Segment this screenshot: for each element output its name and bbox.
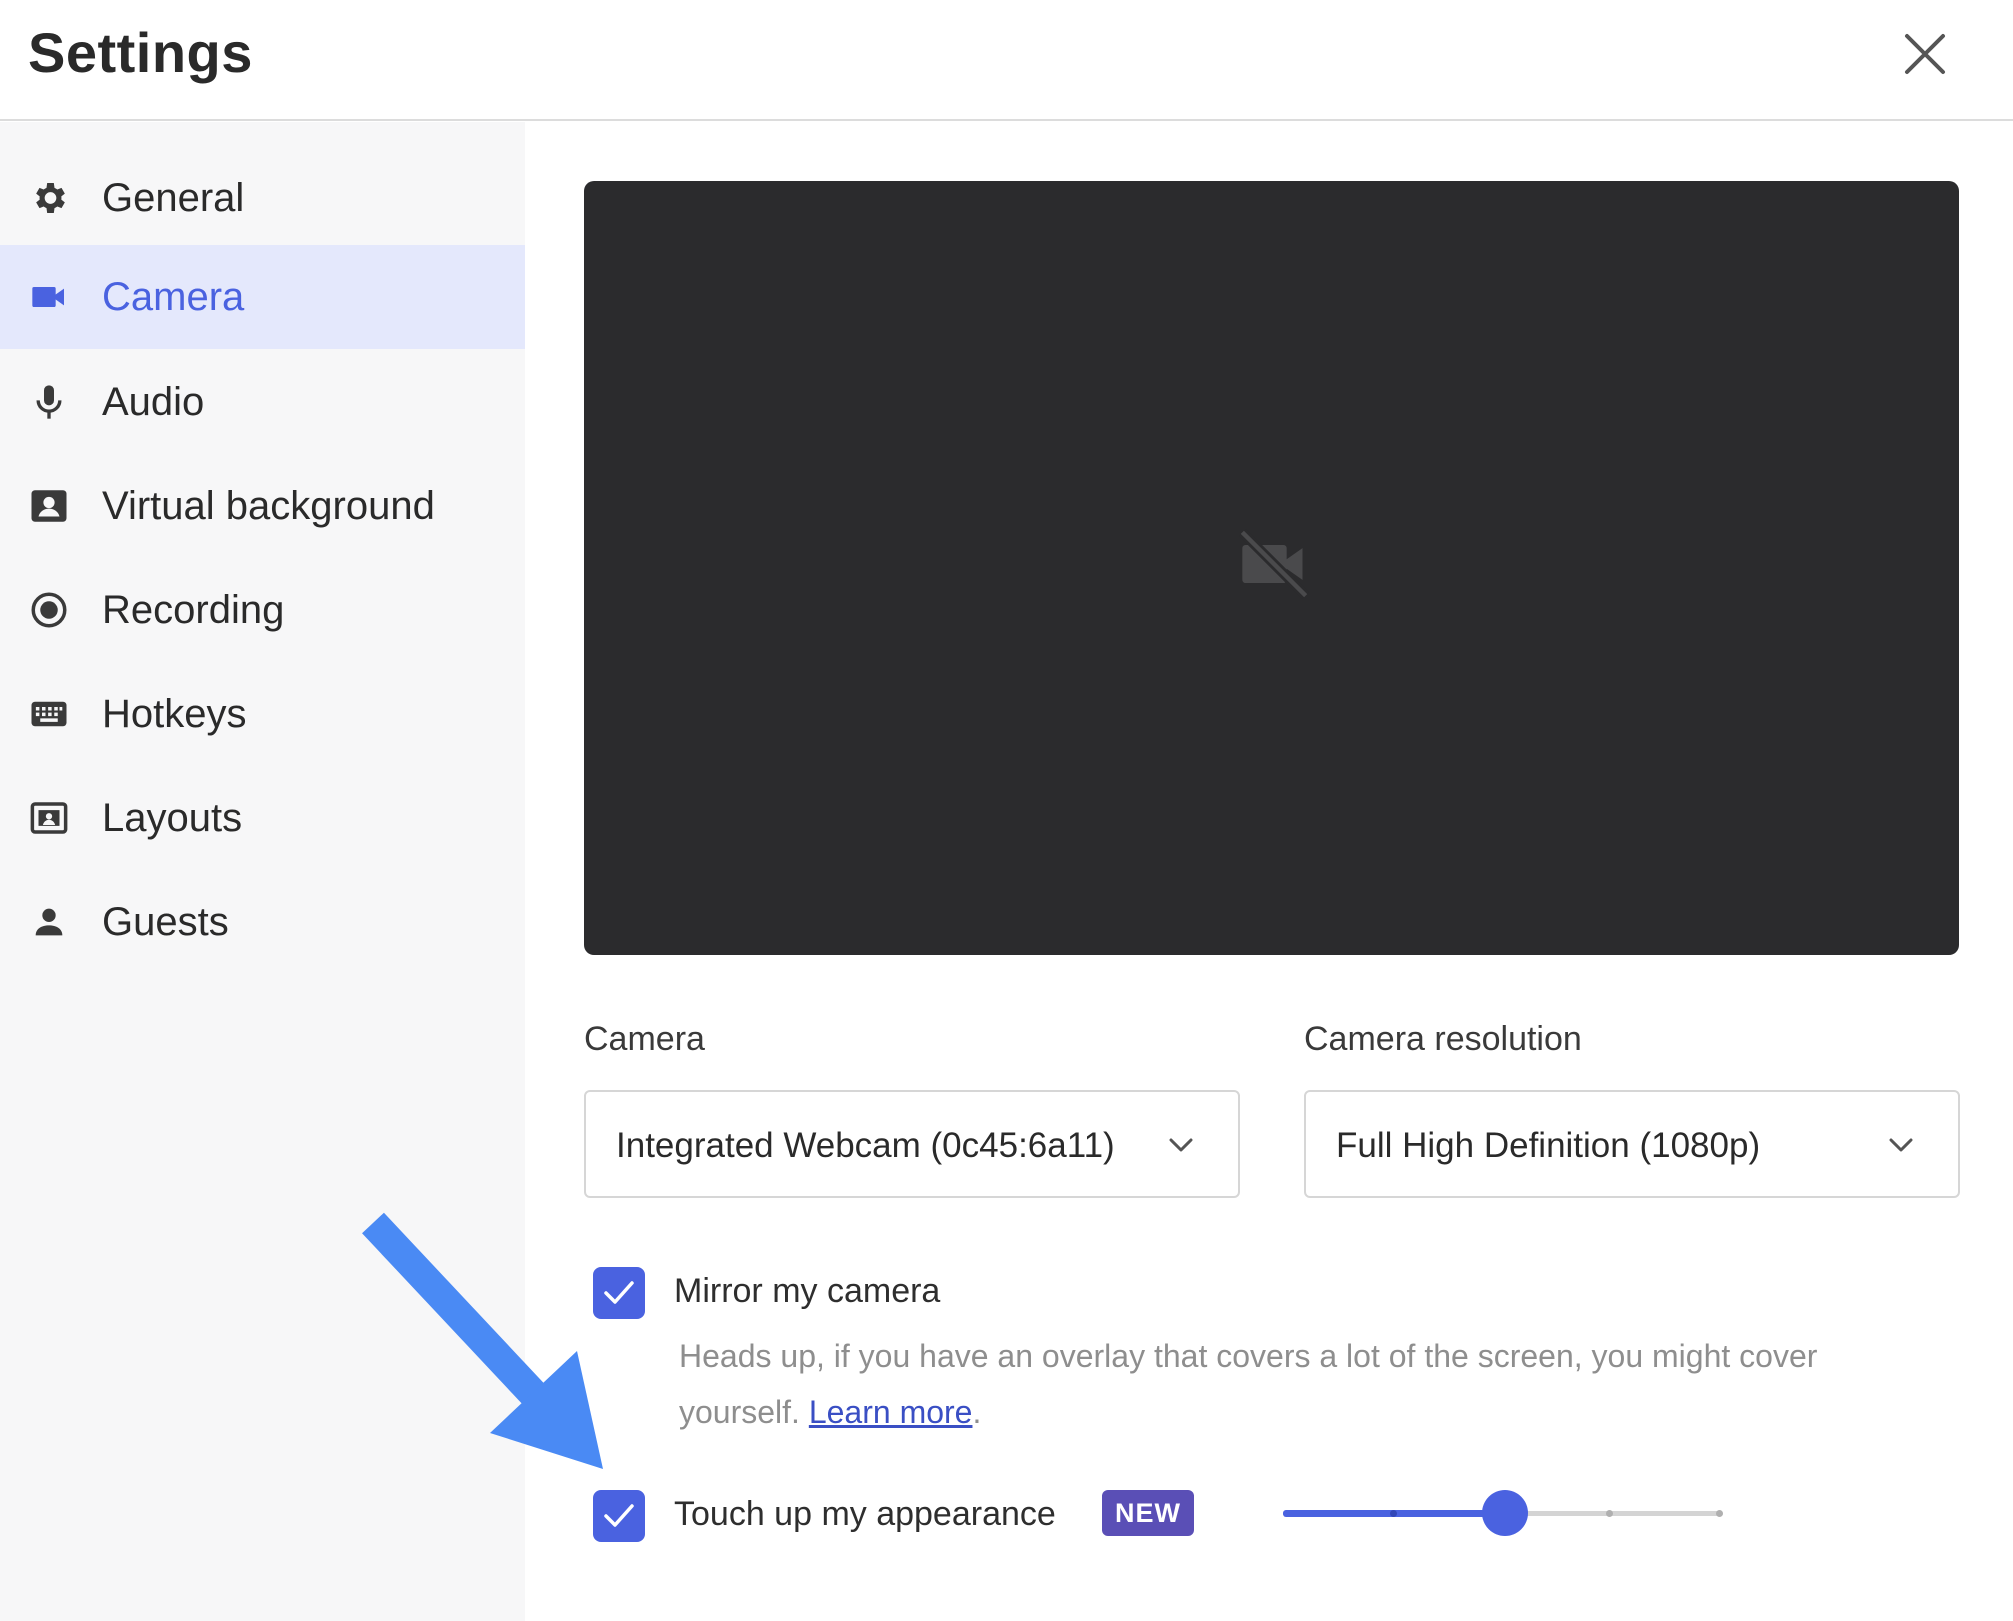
sidebar-item-label: Layouts [102, 795, 243, 840]
mirror-camera-label: Mirror my camera [674, 1272, 941, 1310]
resolution-select-label: Camera resolution [1304, 1020, 1582, 1058]
sidebar-item-hotkeys[interactable]: Hotkeys [0, 662, 525, 766]
sidebar-item-camera[interactable]: Camera [0, 245, 525, 349]
close-icon[interactable] [1897, 26, 1953, 82]
sidebar-item-audio[interactable]: Audio [0, 350, 525, 454]
camera-select-value: Integrated Webcam (0c45:6a11) [616, 1126, 1115, 1165]
record-icon [26, 587, 72, 633]
sidebar-item-layouts[interactable]: Layouts [0, 766, 525, 870]
slider-tick [1606, 1510, 1613, 1517]
touch-up-slider[interactable] [1283, 1478, 1729, 1548]
sidebar-item-general[interactable]: General [0, 146, 525, 250]
sidebar-item-label: Recording [102, 587, 285, 632]
settings-title: Settings [28, 21, 253, 84]
camera-preview [584, 181, 1959, 955]
new-badge: NEW [1102, 1490, 1194, 1536]
sidebar-item-label: Guests [102, 899, 229, 944]
gear-icon [26, 175, 72, 221]
resolution-select-value: Full High Definition (1080p) [1336, 1126, 1761, 1165]
camera-settings-panel: Camera Integrated Webcam (0c45:6a11) Cam… [525, 122, 2013, 1621]
camera-select[interactable]: Integrated Webcam (0c45:6a11) [584, 1090, 1240, 1198]
sidebar-item-label: Camera [102, 274, 245, 319]
slider-tick [1390, 1510, 1397, 1517]
chevron-down-icon [1166, 1130, 1196, 1160]
learn-more-link[interactable]: Learn more [809, 1394, 973, 1430]
sidebar-item-recording[interactable]: Recording [0, 558, 525, 662]
person-icon [26, 899, 72, 945]
camera-select-label: Camera [584, 1020, 705, 1058]
annotation-arrow-icon [362, 1212, 603, 1469]
keyboard-icon [26, 691, 72, 737]
chevron-down-icon [1886, 1130, 1916, 1160]
touch-up-label: Touch up my appearance [674, 1495, 1056, 1533]
sidebar-item-label: Audio [102, 379, 205, 424]
layout-icon [26, 795, 72, 841]
resolution-select[interactable]: Full High Definition (1080p) [1304, 1090, 1960, 1198]
slider-tick [1716, 1510, 1723, 1517]
checkmark-icon [604, 1504, 634, 1527]
portrait-icon [26, 483, 72, 529]
camera-off-icon [1236, 526, 1312, 602]
sidebar-item-label: Virtual background [102, 483, 435, 528]
mirror-hint-end: . [972, 1394, 982, 1430]
sidebar-item-label: Hotkeys [102, 691, 247, 736]
touch-up-checkbox[interactable] [593, 1490, 645, 1542]
mirror-hint-text: Heads up, if you have an overlay that co… [679, 1328, 1919, 1440]
settings-header: Settings [0, 0, 2013, 121]
sidebar-item-guests[interactable]: Guests [0, 870, 525, 974]
microphone-icon [26, 379, 72, 425]
sidebar-item-virtual-background[interactable]: Virtual background [0, 454, 525, 558]
slider-thumb[interactable] [1482, 1490, 1528, 1536]
video-camera-icon [26, 274, 72, 320]
sidebar-item-label: General [102, 175, 245, 220]
